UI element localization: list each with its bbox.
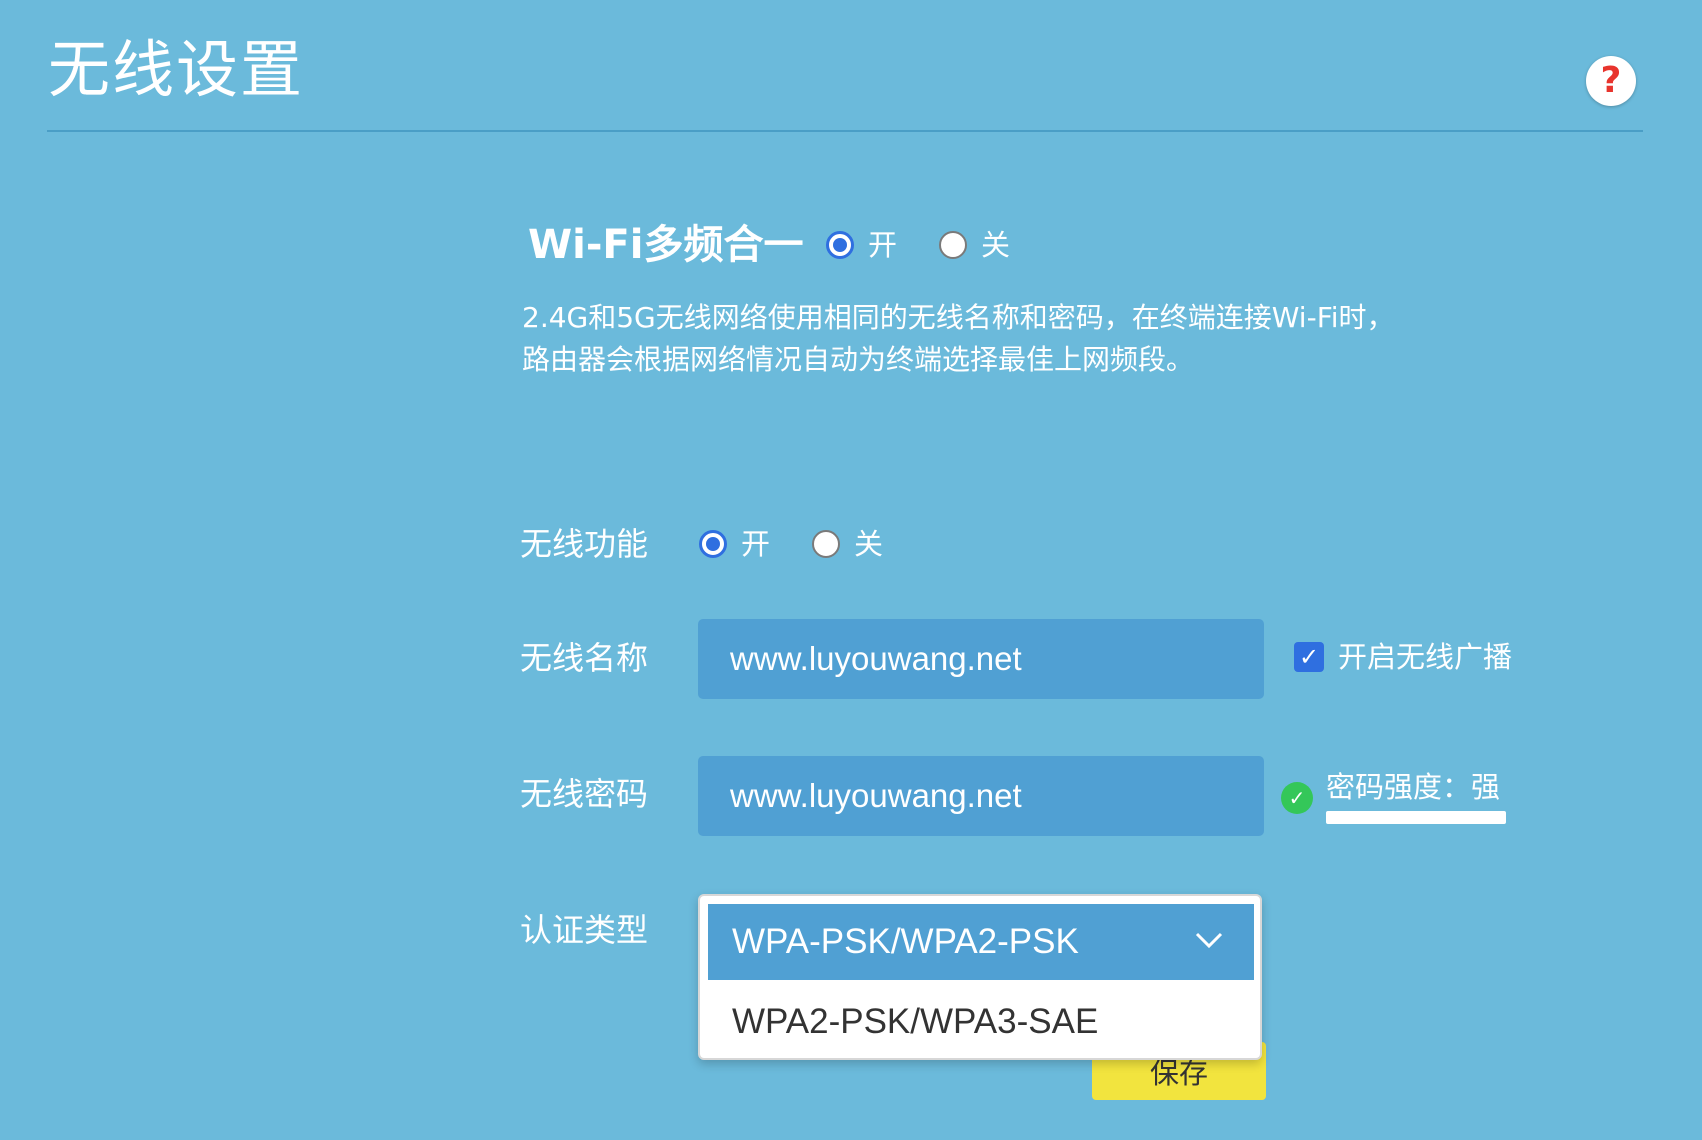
password-strength-bar xyxy=(1326,811,1506,824)
help-question-icon: ? xyxy=(1600,60,1622,101)
wireless-on-label[interactable]: 开 xyxy=(741,524,770,564)
password-input[interactable] xyxy=(698,756,1264,836)
checkmark-icon: ✓ xyxy=(1298,643,1320,671)
multiband-on-label[interactable]: 开 xyxy=(868,225,897,265)
password-strength-text: 密码强度：强 xyxy=(1326,770,1501,804)
password-label: 无线密码 xyxy=(520,775,649,813)
multiband-description-line2: 路由器会根据网络情况自动为终端选择最佳上网频段。 xyxy=(522,343,1195,376)
multiband-on-radio[interactable] xyxy=(826,231,854,259)
wireless-off-label[interactable]: 关 xyxy=(854,524,883,564)
header-divider xyxy=(47,130,1643,132)
ssid-input[interactable] xyxy=(698,619,1264,699)
strength-ok-icon: ✓ xyxy=(1281,782,1313,814)
broadcast-checkbox[interactable]: ✓ xyxy=(1294,642,1324,672)
auth-type-dropdown: WPA-PSK/WPA2-PSK WPA2-PSK/WPA3-SAE xyxy=(698,894,1262,1060)
page-title: 无线设置 xyxy=(48,33,305,106)
multiband-description-line1: 2.4G和5G无线网络使用相同的无线名称和密码，在终端连接Wi-Fi时， xyxy=(522,301,1395,334)
auth-option-selected[interactable]: WPA-PSK/WPA2-PSK xyxy=(708,904,1254,980)
multiband-off-radio[interactable] xyxy=(939,231,968,259)
auth-type-label: 认证类型 xyxy=(520,911,649,949)
wireless-function-label: 无线功能 xyxy=(520,525,649,563)
auth-option-selected-label: WPA-PSK/WPA2-PSK xyxy=(732,922,1079,961)
ssid-label: 无线名称 xyxy=(520,639,649,677)
multiband-description: 2.4G和5G无线网络使用相同的无线名称和密码，在终端连接Wi-Fi时， 路由器… xyxy=(522,297,1502,381)
wireless-on-radio[interactable] xyxy=(699,530,727,558)
help-button[interactable]: ? xyxy=(1586,56,1636,106)
chevron-down-icon xyxy=(1195,932,1223,949)
wireless-off-radio[interactable] xyxy=(812,530,841,558)
wireless-function-radio-group: 开 关 xyxy=(699,524,925,564)
multiband-label: Wi-Fi多频合一 xyxy=(528,222,804,268)
multiband-radio-group: 开 关 xyxy=(826,225,1052,265)
auth-option-wpa2-wpa3[interactable]: WPA2-PSK/WPA3-SAE xyxy=(732,992,1098,1052)
multiband-off-label[interactable]: 关 xyxy=(981,225,1010,265)
broadcast-label[interactable]: 开启无线广播 xyxy=(1338,636,1512,678)
